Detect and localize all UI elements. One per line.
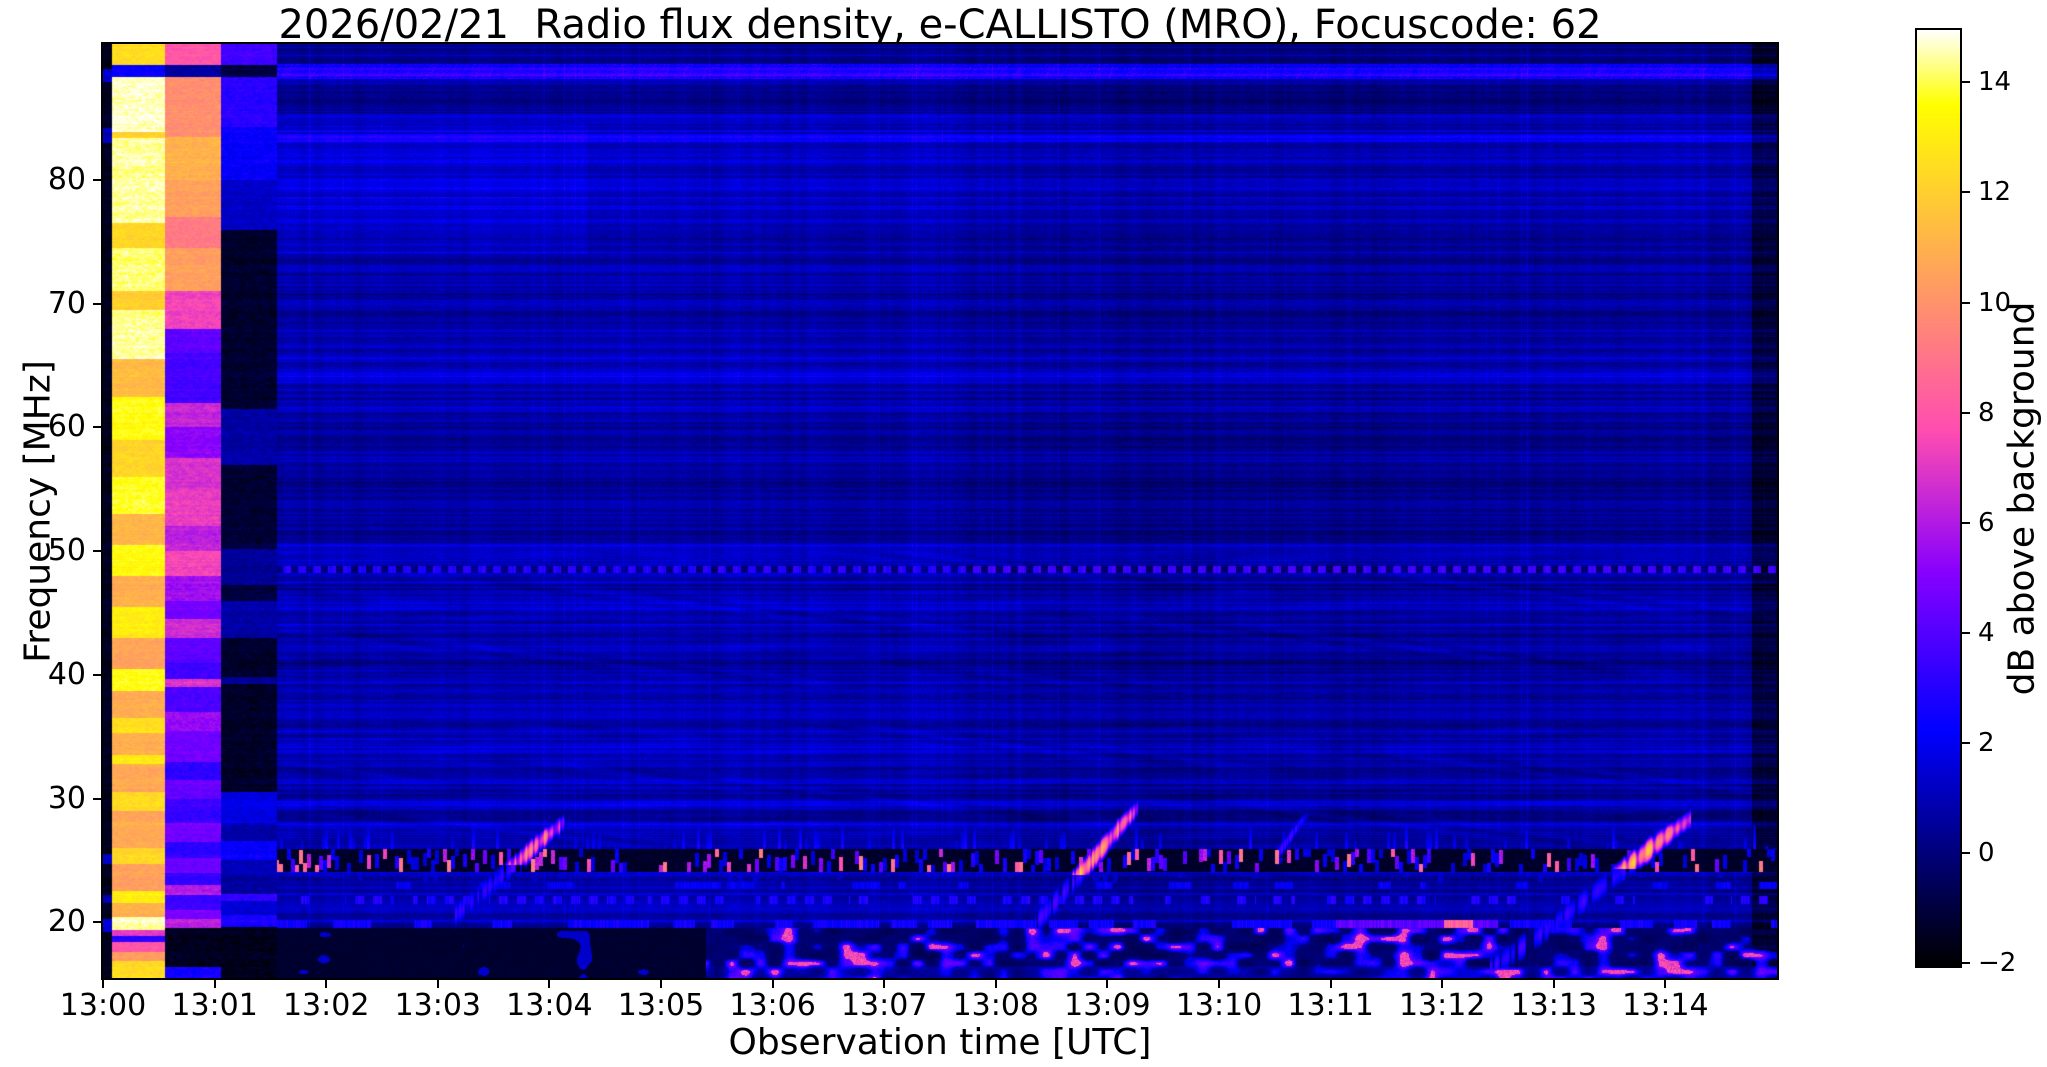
colorbar-tick-label: 14: [1978, 67, 2012, 98]
colorbar-tick-label: 12: [1978, 177, 2012, 208]
colorbar-tick-mark: [1962, 411, 1970, 414]
x-tick-mark: [1106, 980, 1109, 988]
colorbar-tick-mark: [1962, 301, 1970, 304]
x-tick-mark: [1552, 980, 1555, 988]
colorbar-tick-label: −2: [1978, 948, 2017, 979]
x-tick-mark: [660, 980, 662, 988]
x-tick-mark: [771, 980, 774, 988]
colorbar-tick-mark: [1962, 81, 1970, 84]
y-tick-mark: [93, 797, 101, 800]
chart-title: 2026/02/21 Radio flux density, e-CALLIST…: [278, 2, 1602, 48]
colorbar-tick-mark: [1962, 962, 1970, 965]
colorbar-tick-label: 0: [1978, 838, 1995, 869]
y-tick-label: 80: [47, 162, 86, 198]
y-tick-mark: [93, 426, 101, 429]
spectrogram-figure: 2026/02/21 Radio flux density, e-CALLIST…: [0, 0, 2047, 1067]
y-tick-label: 20: [47, 904, 86, 940]
x-tick-mark: [1441, 980, 1444, 988]
y-axis-label: Frequency [MHz]: [17, 360, 59, 663]
x-tick-mark: [102, 980, 104, 988]
x-tick-mark: [548, 980, 551, 988]
y-tick-mark: [93, 179, 101, 182]
x-tick-mark: [436, 980, 439, 988]
x-tick-mark: [213, 980, 216, 988]
x-axis-label: Observation time [UTC]: [728, 1022, 1152, 1063]
x-tick-label: 13:14: [1622, 988, 1709, 1023]
colorbar-axis-label: dB above background: [2001, 301, 2043, 696]
colorbar-tick-mark: [1962, 631, 1970, 634]
x-tick-mark: [1664, 980, 1667, 988]
colorbar-tick-mark: [1962, 191, 1970, 194]
x-tick-mark: [325, 980, 328, 988]
x-tick-mark: [1218, 980, 1220, 988]
x-tick-mark: [883, 980, 886, 988]
y-tick-mark: [93, 921, 101, 924]
x-tick-mark: [1329, 980, 1332, 988]
colorbar-tick-label: 2: [1978, 728, 1995, 758]
y-tick-mark: [93, 302, 101, 305]
colorbar-tick-mark: [1962, 852, 1970, 855]
colorbar-tick-mark: [1962, 742, 1970, 744]
y-tick-label: 30: [47, 780, 86, 816]
y-tick-mark: [93, 673, 101, 676]
y-tick-mark: [93, 550, 101, 553]
x-tick-mark: [994, 980, 997, 988]
spectrogram-canvas: [103, 44, 1777, 978]
colorbar-tick-mark: [1962, 521, 1970, 524]
colorbar-canvas: [1917, 30, 1960, 966]
